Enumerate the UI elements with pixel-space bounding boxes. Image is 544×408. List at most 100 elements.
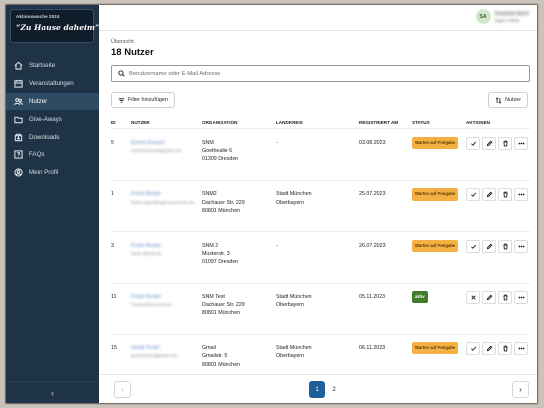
user-name-link[interactable]: Frank Reuter	[131, 242, 161, 250]
deactivate-button[interactable]	[466, 290, 480, 304]
more-button[interactable]	[514, 239, 528, 253]
cell-id: 1	[111, 191, 114, 198]
org-street: Goethealle 6	[202, 148, 233, 155]
approve-button[interactable]	[466, 239, 480, 253]
sort-button[interactable]: Nutzer	[488, 92, 528, 108]
kreis-region: Oberbayern	[276, 199, 304, 206]
cell-registered: 26.07.2023	[359, 242, 386, 249]
kreis-name: -	[276, 140, 278, 146]
cell-status: aktiv	[412, 290, 428, 304]
add-filter-button[interactable]: Filter hinzufügen	[111, 92, 175, 108]
approve-button[interactable]	[466, 137, 480, 150]
more-icon	[518, 245, 524, 247]
edit-button[interactable]	[482, 239, 496, 253]
header-registered[interactable]: REGISTRIERT AM	[359, 120, 398, 125]
sidebar-item-veranstaltungen[interactable]: Veranstaltungen	[6, 75, 99, 93]
chevron-left-icon: ‹	[51, 387, 54, 398]
cell-actions	[466, 137, 530, 150]
header-id[interactable]: ID	[111, 120, 116, 125]
sidebar-item-give-aways[interactable]: Give-Aways	[6, 110, 99, 128]
sidebar-item-startseite[interactable]: Startseite	[6, 57, 99, 75]
org-city: 80801 München	[202, 310, 240, 317]
delete-button[interactable]	[498, 239, 512, 253]
table-row: 5 Emma Knauss emma.knauss@gmail.com SNM Goet…	[111, 130, 530, 181]
kreis-name: Stadt München	[276, 191, 312, 198]
cell-user: Frank Reuter f.reuter@snm-test.de	[131, 293, 171, 309]
sidebar-item-label: Veranstaltungen	[29, 80, 74, 88]
page-1-button[interactable]: 1	[309, 381, 325, 398]
more-button[interactable]	[514, 137, 528, 150]
search-box	[111, 65, 530, 82]
sidebar-item-faqs[interactable]: FAQs	[6, 146, 99, 164]
sidebar-item-mein-profil[interactable]: Mein Profil	[6, 164, 99, 182]
approve-button[interactable]	[466, 188, 480, 202]
breadcrumb[interactable]: Übersicht	[111, 39, 134, 45]
edit-button[interactable]	[482, 290, 496, 304]
logo-subtitle: Aktionswoche 2024	[16, 14, 60, 19]
status-badge: Warten auf Freigabe	[412, 342, 459, 355]
approve-icon	[470, 244, 476, 249]
cell-status: Warten auf Freigabe	[412, 342, 459, 355]
header-user[interactable]: NUTZER	[131, 120, 150, 125]
main-content: Übersicht 18 Nutzer Filter hinzufügen Nu…	[99, 31, 537, 403]
delete-button[interactable]	[498, 290, 512, 304]
cell-id: 15	[111, 345, 117, 352]
edit-button[interactable]	[482, 188, 496, 202]
user-name-link[interactable]: Frank Reuter	[131, 190, 194, 198]
logo[interactable]: Aktionswoche 2024 “Zu Hause daheim”	[10, 9, 99, 43]
user-name: Susanne Asch	[494, 10, 529, 17]
search-icon	[118, 70, 125, 77]
org-name: SNM	[202, 140, 214, 146]
more-icon	[518, 347, 524, 350]
previous-page-button[interactable]: ‹	[114, 381, 131, 398]
org-street: Gmailstr. 5	[202, 353, 228, 360]
sidebar-item-label: Mein Profil	[29, 169, 59, 177]
trash-icon	[502, 345, 508, 352]
delete-button[interactable]	[498, 137, 512, 150]
user-menu[interactable]: SA Susanne Asch Super Admin	[475, 9, 529, 24]
delete-button[interactable]	[498, 342, 512, 356]
org-city: 80801 München	[202, 361, 240, 368]
kreis-region: Oberbayern	[276, 302, 304, 309]
search-input[interactable]	[129, 70, 509, 77]
cell-landkreis: Stadt München Oberbayern	[276, 293, 312, 309]
download-icon	[14, 133, 23, 142]
cell-landkreis: -	[276, 139, 278, 147]
cell-user: Frank Reuter frank.reuter@stadt-muenchen.…	[131, 190, 194, 206]
delete-button[interactable]	[498, 188, 512, 202]
user-email: frank.r@web.de	[131, 250, 162, 256]
org-street: Dachauer Str. 229	[202, 199, 245, 206]
user-name-link[interactable]: Emma Knauss	[131, 139, 182, 147]
header-organisation[interactable]: ORGANISATION	[202, 120, 237, 125]
more-button[interactable]	[514, 188, 528, 202]
trash-icon	[502, 140, 508, 147]
chevron-left-icon: ‹	[121, 385, 124, 394]
status-badge: aktiv	[412, 290, 428, 304]
table-row: 3 Frank Reuter frank.r@web.de SNM 2 Musterst…	[111, 233, 530, 284]
edit-button[interactable]	[482, 137, 496, 150]
user-name-link[interactable]: Frank Reuter	[131, 293, 171, 301]
sidebar-nav: Startseite Veranstaltungen Nutzer Give-A…	[6, 57, 99, 182]
org-name: SNM2	[202, 191, 217, 198]
header-status[interactable]: STATUS	[412, 120, 430, 125]
header-landkreis[interactable]: LANDKREIS	[276, 120, 303, 125]
table-header: ID NUTZER ORGANISATION LANDKREIS REGISTR…	[111, 117, 530, 129]
approve-button[interactable]	[466, 342, 480, 356]
edit-button[interactable]	[482, 342, 496, 356]
cell-id: 5	[111, 140, 114, 146]
user-name-link[interactable]: Gmail Tester	[131, 344, 177, 352]
sidebar-collapse-button[interactable]: ‹	[6, 381, 99, 403]
cell-organisation: SNM2 Dachauer Str. 229 80801 München	[202, 190, 245, 215]
sidebar-item-nutzer[interactable]: Nutzer	[6, 92, 99, 111]
cell-id: 3	[111, 242, 114, 249]
kreis-region: Oberbayern	[276, 353, 304, 360]
page-title: 18 Nutzer	[111, 47, 154, 58]
cell-actions	[466, 342, 530, 356]
page-2-button[interactable]: 2	[326, 381, 342, 398]
edit-icon	[486, 140, 492, 147]
more-button[interactable]	[514, 342, 528, 356]
sidebar-item-downloads[interactable]: Downloads	[6, 128, 99, 146]
trash-icon	[502, 294, 508, 301]
more-button[interactable]	[514, 290, 528, 304]
next-page-button[interactable]: ›	[512, 381, 529, 398]
